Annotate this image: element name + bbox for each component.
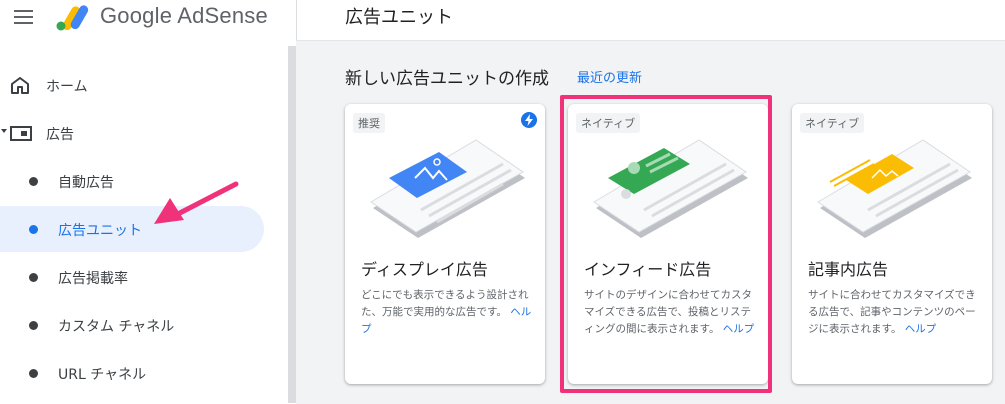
card-description-text: サイトに合わせてカスタマイズできる広告で、記事やコンテンツのページに表示されます…	[808, 289, 976, 335]
caret-down-icon[interactable]	[1, 129, 7, 133]
card-badge: 推奨	[353, 113, 385, 133]
page-title: 広告ユニット	[345, 7, 453, 28]
sidebar-item-ads[interactable]: 広告	[0, 110, 264, 156]
sidebar-item-label: 自動広告	[58, 175, 114, 191]
sidebar-item-label: カスタム チャネル	[58, 319, 175, 335]
recent-updates-link[interactable]: 最近の更新	[577, 67, 642, 86]
display-ads-card[interactable]: 推奨 ディスプレイ広告 どこにでも表示できるよう設計された、万能で実用的な広告で…	[345, 104, 545, 384]
sidebar-item-url-channels[interactable]: URL チャネル	[0, 350, 264, 396]
sidebar-item-label: 広告掲載率	[58, 271, 128, 287]
home-icon	[11, 77, 29, 94]
card-badge: ネイティブ	[800, 113, 865, 133]
header-divider	[296, 0, 297, 40]
card-description-text: どこにでも表示できるよう設計された、万能で実用的な広告です。	[361, 289, 529, 318]
sidebar-item-label: URL チャネル	[58, 367, 147, 383]
sidebar-item-label: ホーム	[46, 79, 88, 95]
help-link[interactable]: ヘルプ	[905, 323, 937, 335]
bullet-icon	[29, 225, 38, 234]
card-description: どこにでも表示できるよう設計された、万能で実用的な広告です。 ヘルプ	[361, 287, 535, 338]
highlight-box	[560, 95, 772, 393]
annotation-arrow-icon	[154, 181, 239, 224]
in-article-ads-card[interactable]: ネイティブ 記事内広告 サイトに合わせてカスタマイズできる広告で、記事やコンテン…	[792, 104, 992, 384]
section-title: 新しい広告ユニットの作成	[345, 69, 549, 89]
bullet-icon	[29, 273, 38, 282]
sidebar-item-ad-coverage[interactable]: 広告掲載率	[0, 254, 264, 300]
sidebar-item-label: 広告ユニット	[58, 223, 142, 239]
sidebar-item-home[interactable]: ホーム	[0, 62, 264, 108]
sidebar-item-custom-channels[interactable]: カスタム チャネル	[0, 302, 264, 348]
sidebar: ホーム 広告 自動広告 広告ユニット 広告掲載率 カスタム チャネル URL チ…	[0, 46, 288, 403]
bullet-icon	[29, 369, 38, 378]
card-description: サイトに合わせてカスタマイズできる広告で、記事やコンテンツのページに表示されます…	[808, 287, 982, 338]
brand-name[interactable]: Google AdSense	[100, 3, 268, 29]
sidebar-scrollbar[interactable]	[288, 46, 296, 403]
menu-icon[interactable]	[14, 10, 33, 24]
lightning-icon	[521, 112, 537, 128]
top-app-bar: Google AdSense 広告ユニット	[0, 0, 1005, 40]
card-title: ディスプレイ広告	[361, 260, 488, 279]
bullet-icon	[29, 177, 38, 186]
adsense-logo-icon[interactable]	[55, 2, 91, 32]
card-title: 記事内広告	[808, 260, 889, 279]
sidebar-item-label: 広告	[46, 127, 74, 143]
bullet-icon	[29, 321, 38, 330]
ad-unit-icon	[10, 126, 32, 141]
in-article-ad-illustration-icon	[817, 139, 972, 238]
display-ad-illustration-icon	[370, 139, 525, 238]
